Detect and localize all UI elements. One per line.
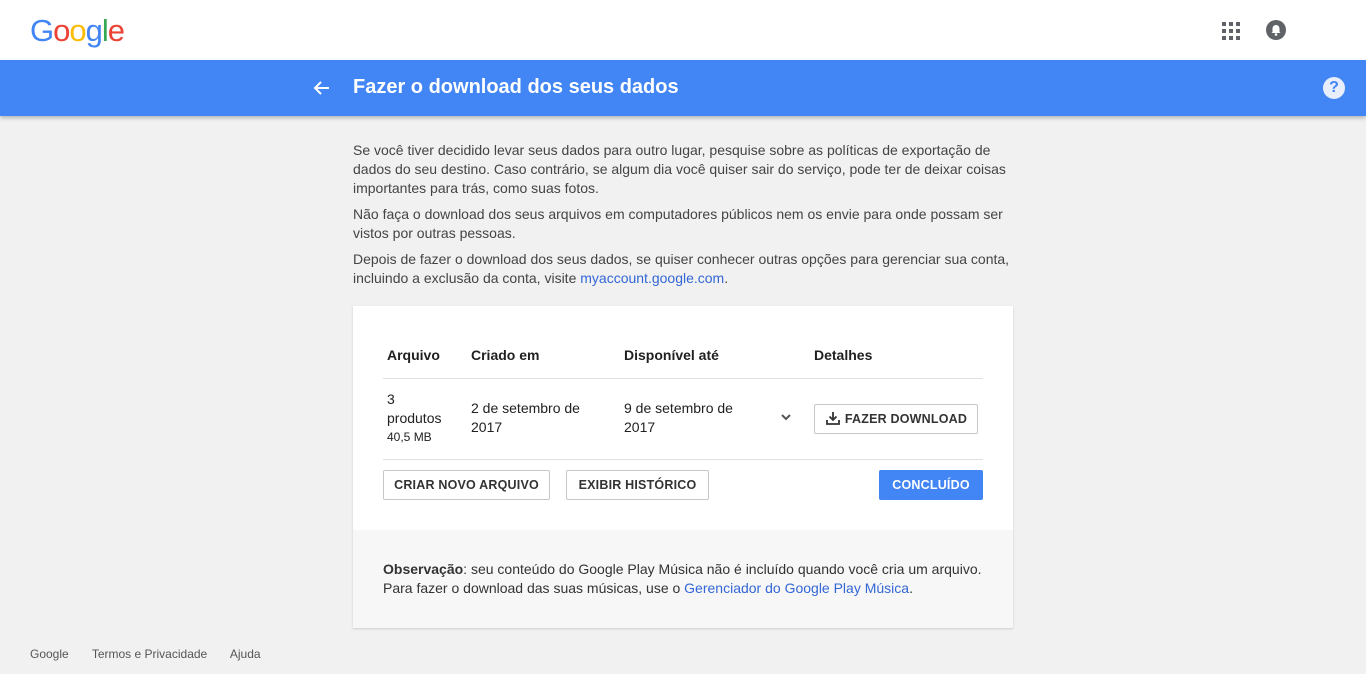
header-divider <box>383 378 983 379</box>
note-end: . <box>909 580 913 596</box>
arrow-back-icon[interactable] <box>311 77 333 99</box>
created-date: 2 de setembro de 2017 <box>471 400 580 435</box>
download-button[interactable]: FAZER DOWNLOAD <box>814 404 978 434</box>
view-history-button[interactable]: EXIBIR HISTÓRICO <box>566 470 709 500</box>
intro-text: Se você tiver decidido levar seus dados … <box>353 141 1013 295</box>
intro-paragraph-2: Não faça o download dos seus arquivos em… <box>353 206 1003 241</box>
archive-count: 3 <box>387 391 395 407</box>
row-divider <box>383 459 983 460</box>
myaccount-link[interactable]: myaccount.google.com <box>580 270 724 286</box>
play-music-manager-link[interactable]: Gerenciador do Google Play Música <box>684 580 909 596</box>
done-button[interactable]: CONCLUÍDO <box>879 470 983 500</box>
footer-link-help[interactable]: Ajuda <box>230 647 261 661</box>
footer: Google Termos e Privacidade Ajuda <box>30 647 281 661</box>
col-header-details: Detalhes <box>814 347 873 363</box>
logo-letter-o1: o <box>53 13 70 48</box>
download-label: FAZER DOWNLOAD <box>844 412 968 426</box>
note-section: Observação: seu conteúdo do Google Play … <box>353 530 1013 628</box>
note-label: Observação <box>383 561 464 577</box>
bell-icon[interactable] <box>1266 20 1286 40</box>
logo-letter-o2: o <box>69 13 86 48</box>
apps-grid-icon[interactable] <box>1222 22 1240 40</box>
note-text: Observação: seu conteúdo do Google Play … <box>383 560 983 598</box>
title-bar: Fazer o download dos seus dados ? <box>0 60 1366 116</box>
col-header-available: Disponível até <box>624 347 719 363</box>
archive-products-label: produtos <box>387 410 442 426</box>
footer-link-terms[interactable]: Termos e Privacidade <box>92 647 207 661</box>
archive-card: Arquivo Criado em Disponível até Detalhe… <box>353 306 1013 628</box>
col-header-archive: Arquivo <box>387 347 440 363</box>
chevron-down-icon[interactable] <box>779 410 793 424</box>
logo-letter-e: e <box>107 13 125 48</box>
top-bar: Google <box>0 0 1366 60</box>
footer-link-google[interactable]: Google <box>30 647 69 661</box>
help-icon[interactable]: ? <box>1323 77 1345 99</box>
intro-p3-end: . <box>724 270 729 286</box>
logo-letter-g2: g <box>85 13 103 48</box>
archive-cell: 3 produtos 40,5 MB <box>387 390 467 447</box>
available-until-date: 9 de setembro de 2017 <box>624 400 733 435</box>
page-title: Fazer o download dos seus dados <box>353 76 679 98</box>
create-new-archive-button[interactable]: CRIAR NOVO ARQUIVO <box>383 470 550 500</box>
logo-letter-g1: G <box>30 13 54 48</box>
download-icon <box>825 412 840 425</box>
intro-paragraph-3: Depois de fazer o download dos seus dado… <box>353 250 1013 288</box>
intro-paragraph-1: Se você tiver decidido levar seus dados … <box>353 142 1006 196</box>
archive-size: 40,5 MB <box>387 430 432 444</box>
google-logo[interactable]: Google <box>30 13 125 49</box>
col-header-created: Criado em <box>471 347 540 363</box>
